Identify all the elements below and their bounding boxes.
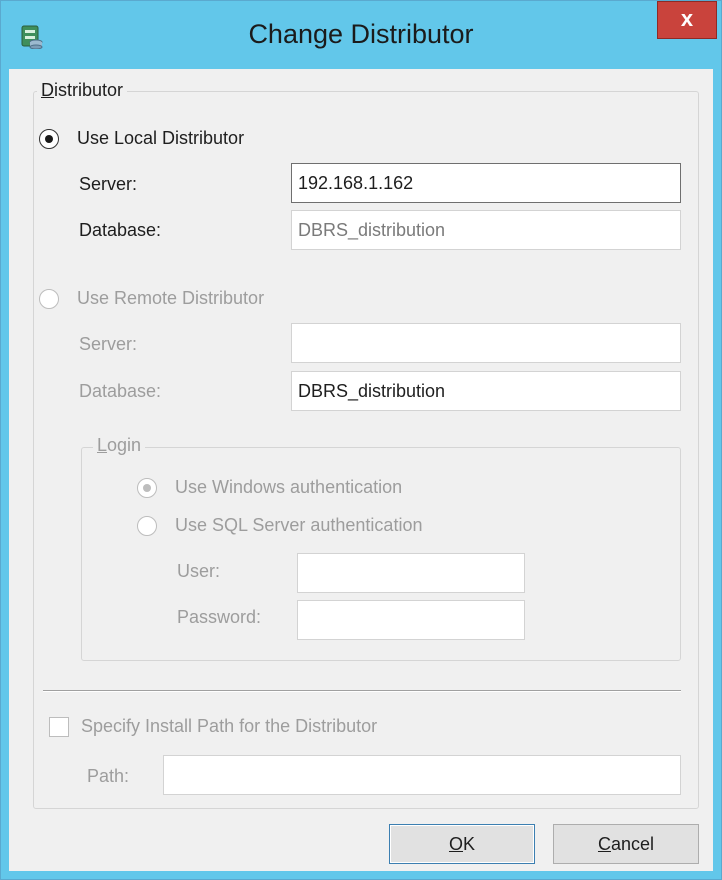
windows-auth-radio[interactable] — [137, 478, 157, 498]
user-label: User: — [177, 561, 221, 581]
password-input[interactable] — [297, 600, 525, 640]
local-server-input[interactable]: 192.168.1.162 — [291, 163, 681, 203]
use-local-distributor-label[interactable]: Use Local Distributor — [77, 128, 244, 149]
sql-auth-label[interactable]: Use SQL Server authentication — [175, 515, 422, 536]
dialog-body: Distributor Use Local Distributor Server… — [9, 69, 713, 871]
local-server-label: Server: — [79, 174, 138, 194]
window-title: Change Distributor — [248, 19, 474, 49]
install-path-checkbox[interactable] — [49, 717, 69, 737]
cancel-button[interactable]: Cancel — [553, 824, 699, 864]
remote-server-label: Server: — [79, 334, 138, 354]
change-distributor-dialog: Change Distributor x Distributor Use Loc… — [0, 0, 722, 880]
login-group-caption: Login — [93, 435, 146, 456]
user-input[interactable] — [297, 553, 525, 593]
local-database-label: Database: — [79, 220, 162, 240]
path-label: Path: — [87, 766, 130, 786]
remote-server-input[interactable] — [291, 323, 681, 363]
local-database-input[interactable]: DBRS_distribution — [291, 210, 681, 250]
windows-auth-label[interactable]: Use Windows authentication — [175, 477, 402, 498]
sql-auth-radio[interactable] — [137, 516, 157, 536]
use-remote-distributor-label[interactable]: Use Remote Distributor — [77, 288, 264, 309]
use-local-distributor-radio[interactable] — [39, 129, 59, 149]
separator-line — [43, 690, 681, 692]
use-remote-distributor-radio[interactable] — [39, 289, 59, 309]
remote-database-input[interactable]: DBRS_distribution — [291, 371, 681, 411]
install-path-checkbox-label[interactable]: Specify Install Path for the Distributor — [81, 716, 377, 737]
ok-button[interactable]: OK — [389, 824, 535, 864]
distributor-group-caption: Distributor — [37, 80, 128, 101]
close-button[interactable]: x — [657, 1, 717, 39]
password-label: Password: — [177, 607, 262, 627]
remote-database-label: Database: — [79, 381, 162, 401]
path-input[interactable] — [163, 755, 681, 795]
title-bar[interactable]: Change Distributor x — [1, 1, 721, 69]
